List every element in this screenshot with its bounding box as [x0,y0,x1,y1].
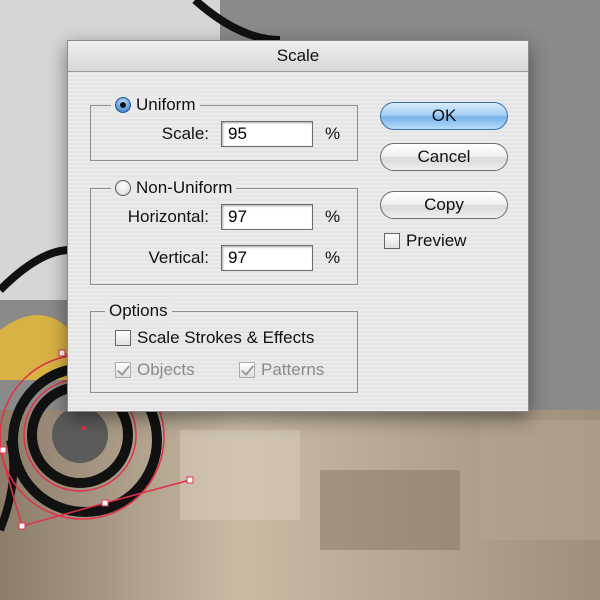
options-group: Options Scale Strokes & Effects Objects … [90,300,358,393]
vertical-label: Vertical: [148,248,209,267]
non-uniform-label[interactable]: Non-Uniform [136,177,232,199]
uniform-legend: Uniform [111,94,200,116]
uniform-radio[interactable] [115,97,131,113]
non-uniform-group: Non-Uniform Horizontal: % Vertical: % [90,177,358,285]
dialog-title[interactable]: Scale [68,41,528,72]
preview-checkbox[interactable] [384,233,400,249]
non-uniform-legend: Non-Uniform [111,177,237,199]
objects-label: Objects [137,360,195,379]
scale-strokes-row[interactable]: Scale Strokes & Effects [115,328,314,348]
patterns-checkbox[interactable] [239,362,255,378]
scale-row: Scale: % [91,121,340,147]
cancel-button[interactable]: Cancel [380,143,508,171]
vertical-row: Vertical: % [91,245,340,271]
scale-label: Scale: [161,124,209,143]
uniform-label[interactable]: Uniform [136,94,196,116]
horizontal-row: Horizontal: % [91,204,340,230]
scale-dialog: Scale Uniform Scale: % Non-Uniform Horiz… [67,40,529,412]
options-legend: Options [105,300,172,322]
options-label: Options [109,301,168,320]
patterns-row[interactable]: Patterns [239,360,324,380]
horizontal-input[interactable] [221,204,313,230]
uniform-group: Uniform Scale: % [90,94,358,161]
scale-strokes-label[interactable]: Scale Strokes & Effects [137,328,314,348]
scale-unit: % [325,124,341,143]
ok-button[interactable]: OK [380,102,508,130]
copy-button[interactable]: Copy [380,191,508,219]
scale-input[interactable] [221,121,313,147]
patterns-label: Patterns [261,360,325,379]
non-uniform-radio[interactable] [115,180,131,196]
objects-checkbox[interactable] [115,362,131,378]
vertical-input[interactable] [221,245,313,271]
horizontal-label: Horizontal: [127,207,209,226]
preview-label[interactable]: Preview [406,231,466,251]
vertical-unit: % [325,248,341,267]
preview-row[interactable]: Preview [384,231,466,251]
scale-strokes-checkbox[interactable] [115,330,131,346]
objects-row[interactable]: Objects [115,360,195,380]
horizontal-unit: % [325,207,341,226]
